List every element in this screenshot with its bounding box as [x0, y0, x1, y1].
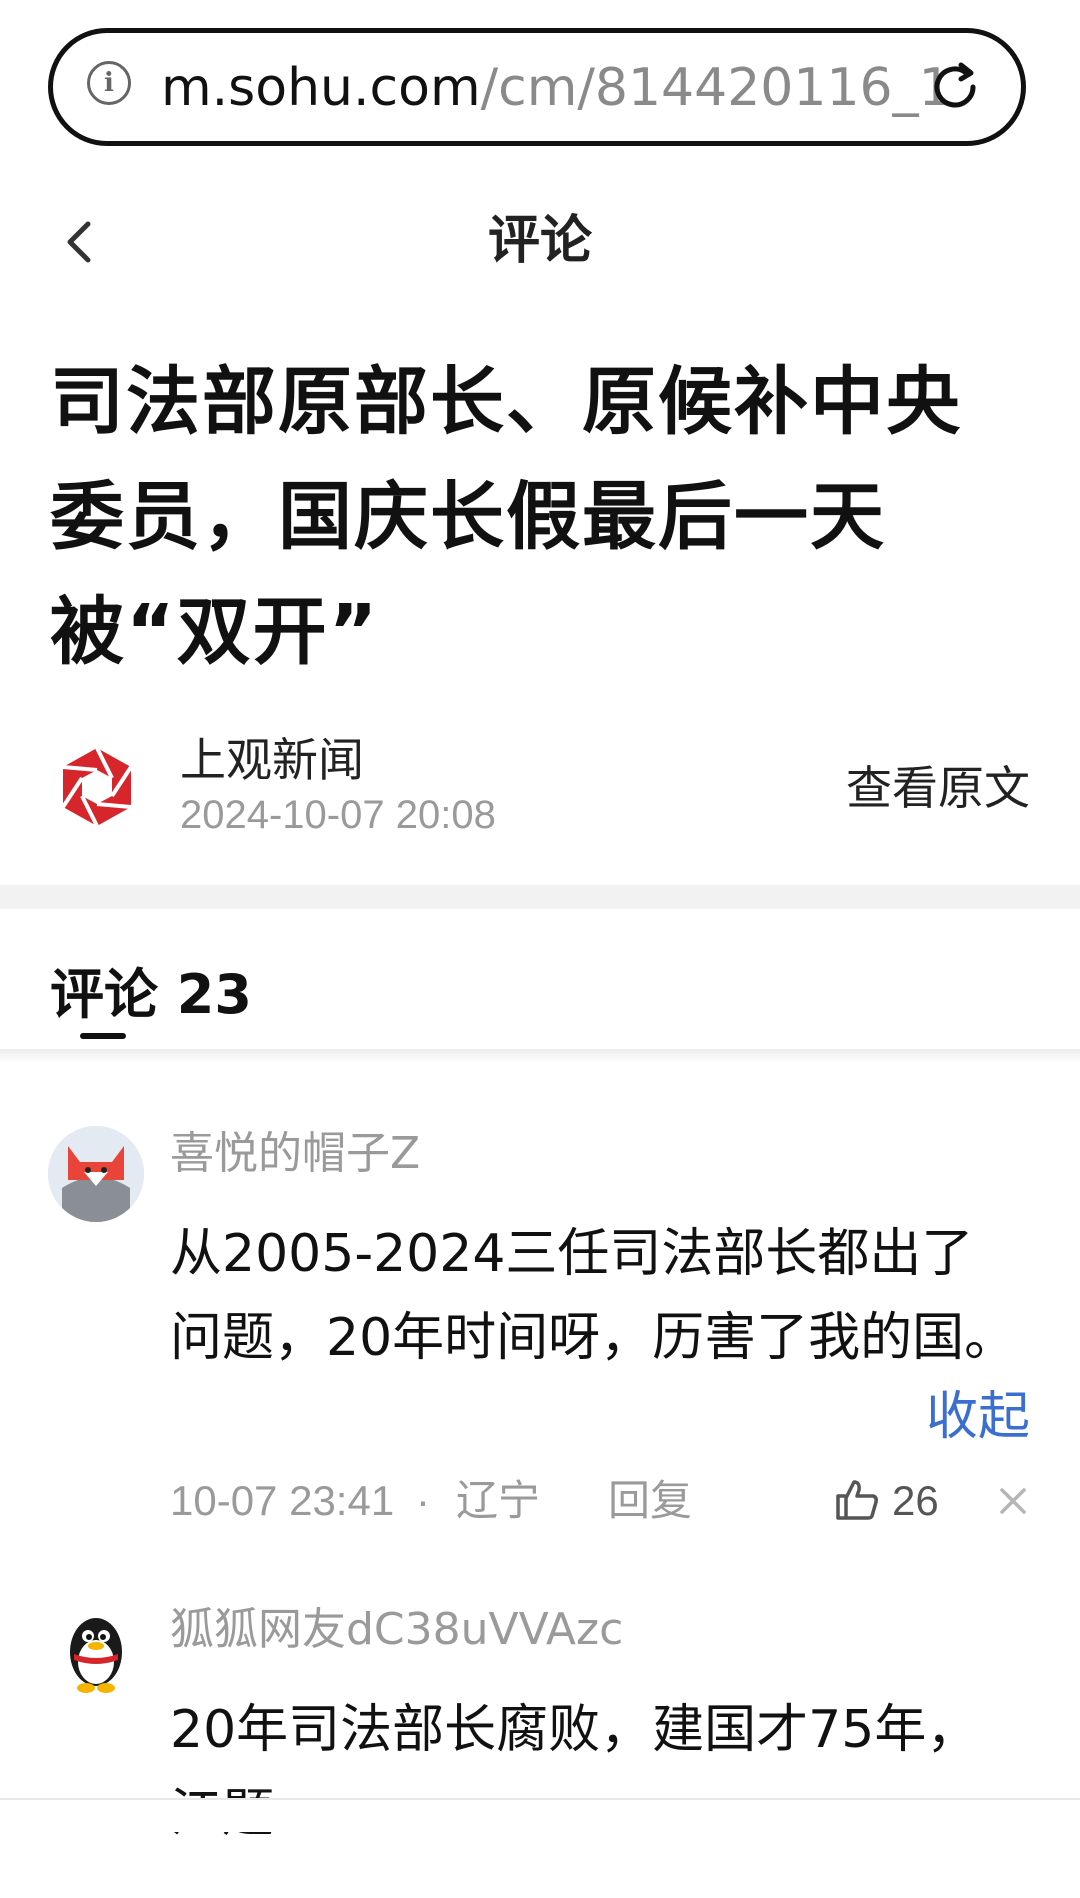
bottom-bar — [0, 1798, 1080, 1832]
url-host: m.sohu.com — [161, 58, 481, 118]
source-logo-icon — [61, 747, 133, 827]
close-icon[interactable] — [996, 1484, 1030, 1518]
page-title: 评论 — [487, 211, 592, 271]
article-source: 上观新闻 2024-10-07 20:08 查看原文 — [0, 728, 1080, 848]
article-headline[interactable]: 司法部原部长、原候补中央委员，国庆长假最后一天被“双开” — [50, 345, 1010, 690]
comments-header: 评论 23 — [0, 909, 1080, 1049]
reload-icon[interactable] — [925, 57, 985, 117]
comment-username[interactable]: 喜悦的帽子Z — [170, 1124, 420, 1184]
avatar[interactable] — [48, 1126, 144, 1222]
comment-username[interactable]: 狐狐网友dC38uVVAzc — [170, 1600, 623, 1660]
reply-button[interactable]: 回复 — [608, 1466, 692, 1536]
comment-location: 辽宁 — [456, 1477, 541, 1524]
tab-comments[interactable]: 评论 23 — [50, 959, 252, 1031]
thumbs-up-icon[interactable] — [834, 1476, 880, 1522]
top-nav: 评论 — [0, 190, 1080, 300]
avatar[interactable] — [48, 1602, 144, 1698]
fox-avatar-icon — [48, 1126, 144, 1222]
publish-date: 2024-10-07 20:08 — [180, 793, 496, 837]
tab-indicator — [80, 1033, 126, 1039]
url-text[interactable]: m.sohu.com/cm/814420116_1 — [161, 53, 951, 123]
comment-time: 10-07 23:41 — [170, 1477, 395, 1524]
url-path: /cm/814420116_1 — [480, 58, 951, 118]
header-shadow — [0, 1049, 1080, 1063]
comment-text: 从2005-2024三任司法部长都出了问题，20年时间呀，历害了我的国。 — [170, 1224, 1017, 1368]
comment-meta: 10-07 23:41 · 辽宁 回复 26 — [170, 1466, 1030, 1536]
penguin-avatar-icon — [70, 1618, 122, 1693]
collapse-button[interactable]: 收起 — [926, 1382, 1030, 1452]
view-original-link[interactable]: 查看原文 — [846, 756, 1030, 820]
section-divider — [0, 885, 1080, 909]
comment-text: 20年司法部长腐败，建国才75年，江题 — [170, 1700, 979, 1844]
meta-separator: · — [416, 1477, 430, 1524]
info-icon[interactable]: i — [87, 61, 131, 105]
like-count: 26 — [892, 1477, 939, 1524]
address-bar[interactable]: i m.sohu.com/cm/814420116_1 — [48, 28, 1026, 146]
source-name[interactable]: 上观新闻 — [180, 728, 364, 792]
